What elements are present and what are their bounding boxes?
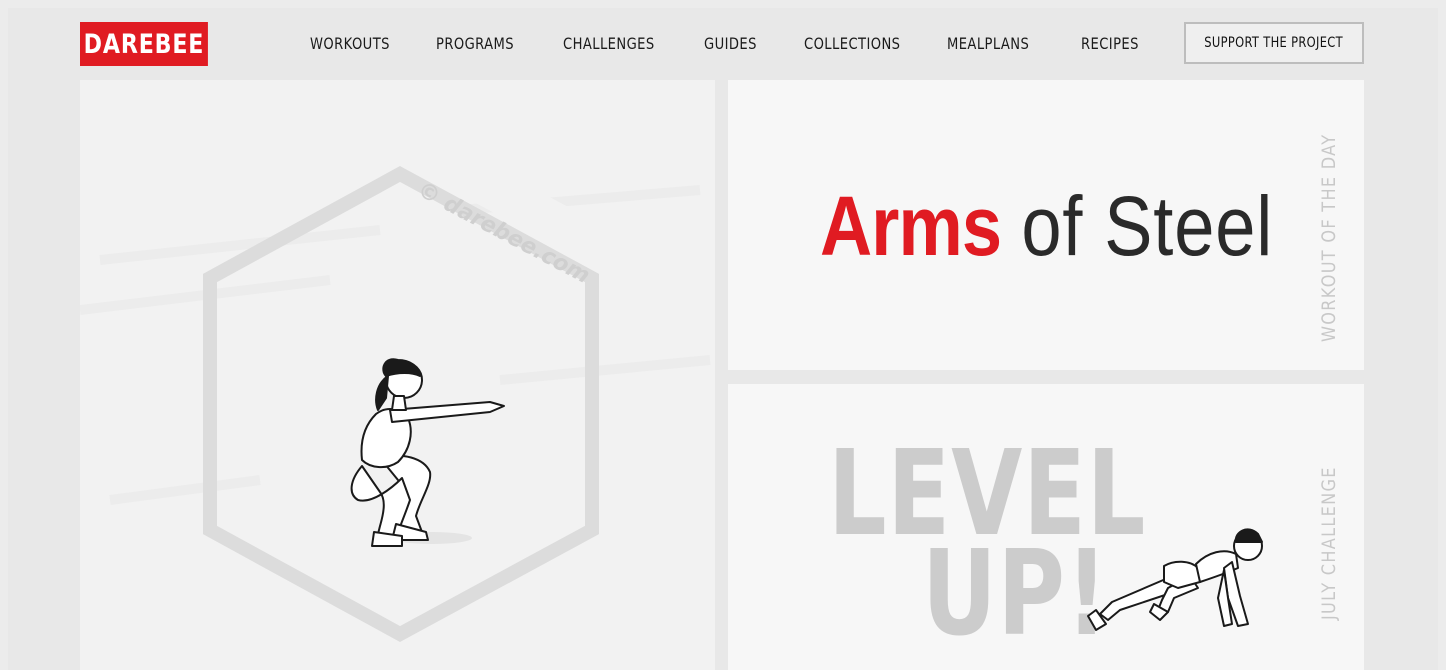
support-the-project-button[interactable]: SUPPORT THE PROJECT: [1184, 22, 1364, 64]
nav-guides[interactable]: GUIDES: [704, 34, 757, 53]
mountain-climber-figure-icon: [1087, 528, 1263, 631]
nav-programs[interactable]: PROGRAMS: [436, 34, 514, 53]
nav-mealplans[interactable]: MEALPLANS: [947, 34, 1029, 53]
workout-of-the-day-card[interactable]: Arms of Steel WORKOUT OF THE DAY: [728, 80, 1364, 370]
hero-illustration: © darebee.com: [80, 132, 711, 642]
challenge-side-label: JULY CHALLENGE: [1318, 466, 1340, 620]
nav-workouts[interactable]: WORKOUTS: [310, 34, 390, 53]
wod-title-accent: Arms: [820, 179, 1002, 273]
site-header: DAREBEE WORKOUTS PROGRAMS CHALLENGES GUI…: [80, 20, 1364, 68]
support-button-label: SUPPORT THE PROJECT: [1204, 35, 1344, 51]
july-challenge-card[interactable]: LEVEL UP! JULY CHALLENGE: [728, 384, 1364, 670]
nav-recipes[interactable]: RECIPES: [1081, 34, 1139, 53]
darebee-logo[interactable]: DAREBEE: [80, 22, 208, 66]
wod-side-label: WORKOUT OF THE DAY: [1318, 133, 1340, 342]
wod-title-rest: of Steel: [1021, 179, 1274, 273]
nav-collections[interactable]: COLLECTIONS: [804, 34, 900, 53]
squat-figure-icon: [350, 358, 505, 547]
wod-title: Arms of Steel: [820, 176, 1273, 276]
nav-challenges[interactable]: CHALLENGES: [563, 34, 655, 53]
hero-panel[interactable]: © darebee.com: [80, 80, 715, 670]
